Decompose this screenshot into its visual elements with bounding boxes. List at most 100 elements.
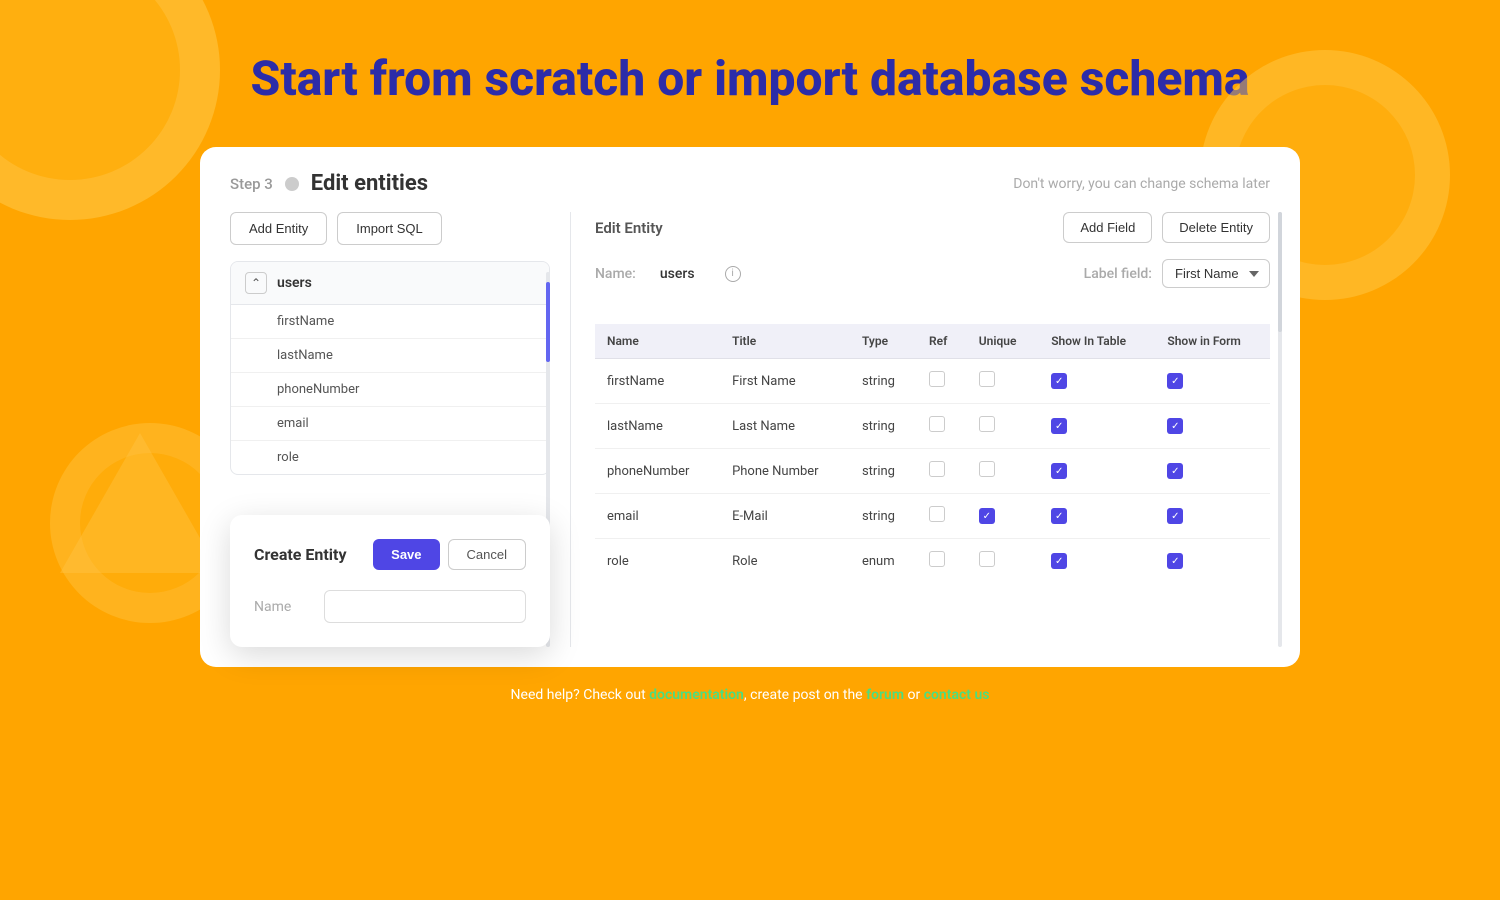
modal-save-button[interactable]: Save bbox=[373, 539, 439, 570]
cell-name: phoneNumber bbox=[595, 449, 720, 494]
checkbox-checked[interactable]: ✓ bbox=[1051, 373, 1067, 389]
label-field-label: Label field: bbox=[1084, 266, 1152, 282]
cell-name: lastName bbox=[595, 404, 720, 449]
cell-show-in-table: ✓ bbox=[1039, 359, 1155, 404]
entity-header[interactable]: ⌃ users bbox=[231, 262, 549, 305]
right-panel: Edit Entity Add Field Delete Entity Name… bbox=[570, 212, 1270, 647]
cell-type: string bbox=[850, 359, 917, 404]
checkbox-checked[interactable]: ✓ bbox=[1167, 553, 1183, 569]
import-sql-button[interactable]: Import SQL bbox=[337, 212, 441, 245]
checkbox-checked[interactable]: ✓ bbox=[1167, 508, 1183, 524]
entity-name-label: Name: bbox=[595, 266, 636, 282]
footer-text-or: or bbox=[908, 687, 924, 703]
left-panel: Add Entity Import SQL ⌃ users firstName … bbox=[230, 212, 570, 647]
form-name-label: Name bbox=[254, 599, 308, 615]
step-header: Step 3 Edit entities Don't worry, you ca… bbox=[200, 147, 1300, 212]
cell-name: role bbox=[595, 539, 720, 584]
cell-type: enum bbox=[850, 539, 917, 584]
fields-table: Name Title Type Ref Unique Show In Table… bbox=[595, 324, 1270, 583]
entity-name-row: Name: users i Label field: First Name La… bbox=[595, 259, 1270, 304]
step-dot bbox=[285, 177, 299, 191]
cell-type: string bbox=[850, 494, 917, 539]
checkbox-unchecked[interactable] bbox=[929, 461, 945, 477]
field-item-phonenumber: phoneNumber bbox=[231, 373, 549, 407]
checkbox-checked[interactable]: ✓ bbox=[1051, 508, 1067, 524]
checkbox-checked[interactable]: ✓ bbox=[1051, 418, 1067, 434]
cell-show-in-table: ✓ bbox=[1039, 449, 1155, 494]
checkbox-unchecked[interactable] bbox=[979, 461, 995, 477]
info-icon[interactable]: i bbox=[725, 266, 741, 282]
main-card: Step 3 Edit entities Don't worry, you ca… bbox=[200, 147, 1300, 667]
col-name: Name bbox=[595, 324, 720, 359]
create-entity-modal: Create Entity Save Cancel Name bbox=[230, 515, 550, 647]
footer-doc-link[interactable]: documentation bbox=[649, 687, 744, 703]
cell-ref bbox=[917, 404, 967, 449]
checkbox-checked[interactable]: ✓ bbox=[1167, 418, 1183, 434]
cell-ref bbox=[917, 449, 967, 494]
modal-header: Create Entity Save Cancel bbox=[254, 539, 526, 570]
cell-show-in-form: ✓ bbox=[1155, 494, 1270, 539]
entity-chevron-icon[interactable]: ⌃ bbox=[245, 272, 267, 294]
cell-unique bbox=[967, 539, 1039, 584]
cell-title: E-Mail bbox=[720, 494, 850, 539]
add-field-button[interactable]: Add Field bbox=[1063, 212, 1152, 243]
page-footer: Need help? Check out documentation, crea… bbox=[0, 667, 1500, 723]
edit-entity-actions: Add Field Delete Entity bbox=[1063, 212, 1270, 243]
cell-show-in-form: ✓ bbox=[1155, 539, 1270, 584]
step-label: Step 3 bbox=[230, 175, 273, 193]
cell-title: Last Name bbox=[720, 404, 850, 449]
checkbox-unchecked[interactable] bbox=[929, 371, 945, 387]
checkbox-unchecked[interactable] bbox=[979, 416, 995, 432]
right-scrollbar bbox=[1278, 212, 1282, 647]
cell-unique: ✓ bbox=[967, 494, 1039, 539]
checkbox-unchecked[interactable] bbox=[929, 416, 945, 432]
add-entity-button[interactable]: Add Entity bbox=[230, 212, 327, 245]
col-show-in-form: Show in Form bbox=[1155, 324, 1270, 359]
checkbox-checked[interactable]: ✓ bbox=[979, 508, 995, 524]
cell-title: Phone Number bbox=[720, 449, 850, 494]
cell-show-in-table: ✓ bbox=[1039, 494, 1155, 539]
cell-type: string bbox=[850, 404, 917, 449]
checkbox-checked[interactable]: ✓ bbox=[1167, 373, 1183, 389]
col-show-in-table: Show In Table bbox=[1039, 324, 1155, 359]
cell-unique bbox=[967, 449, 1039, 494]
cell-title: Role bbox=[720, 539, 850, 584]
cell-ref bbox=[917, 359, 967, 404]
cell-ref bbox=[917, 539, 967, 584]
toolbar: Add Entity Import SQL bbox=[230, 212, 550, 245]
checkbox-checked[interactable]: ✓ bbox=[1051, 463, 1067, 479]
step-left: Step 3 Edit entities bbox=[230, 171, 428, 196]
scroll-thumb bbox=[546, 282, 550, 362]
entity-fields: firstName lastName phoneNumber email rol… bbox=[231, 305, 549, 474]
checkbox-unchecked[interactable] bbox=[929, 506, 945, 522]
table-row: lastName Last Name string ✓ ✓ bbox=[595, 404, 1270, 449]
checkbox-unchecked[interactable] bbox=[979, 551, 995, 567]
step-title: Edit entities bbox=[311, 171, 428, 196]
checkbox-checked[interactable]: ✓ bbox=[1051, 553, 1067, 569]
content-area: Add Entity Import SQL ⌃ users firstName … bbox=[200, 212, 1300, 667]
cell-name: firstName bbox=[595, 359, 720, 404]
footer-contact-link[interactable]: contact us bbox=[924, 687, 990, 703]
footer-text-before: Need help? Check out bbox=[511, 687, 646, 703]
cell-show-in-table: ✓ bbox=[1039, 539, 1155, 584]
right-scroll-thumb bbox=[1278, 212, 1282, 332]
checkbox-unchecked[interactable] bbox=[929, 551, 945, 567]
delete-entity-button[interactable]: Delete Entity bbox=[1162, 212, 1270, 243]
field-item-email: email bbox=[231, 407, 549, 441]
form-name-input[interactable] bbox=[324, 590, 526, 623]
label-field-select[interactable]: First Name Last Name Email bbox=[1162, 259, 1270, 288]
modal-cancel-button[interactable]: Cancel bbox=[448, 539, 526, 570]
modal-actions: Save Cancel bbox=[373, 539, 526, 570]
footer-forum-link[interactable]: forum bbox=[866, 687, 904, 703]
edit-entity-title: Edit Entity bbox=[595, 219, 663, 237]
checkbox-checked[interactable]: ✓ bbox=[1167, 463, 1183, 479]
entity-list: ⌃ users firstName lastName phoneNumber e… bbox=[230, 261, 550, 475]
checkbox-unchecked[interactable] bbox=[979, 371, 995, 387]
modal-title: Create Entity bbox=[254, 545, 347, 564]
field-item-lastname: lastName bbox=[231, 339, 549, 373]
footer-text-mid: , create post on the bbox=[744, 687, 863, 703]
table-row: role Role enum ✓ ✓ bbox=[595, 539, 1270, 584]
col-type: Type bbox=[850, 324, 917, 359]
cell-unique bbox=[967, 404, 1039, 449]
field-item-firstname: firstName bbox=[231, 305, 549, 339]
